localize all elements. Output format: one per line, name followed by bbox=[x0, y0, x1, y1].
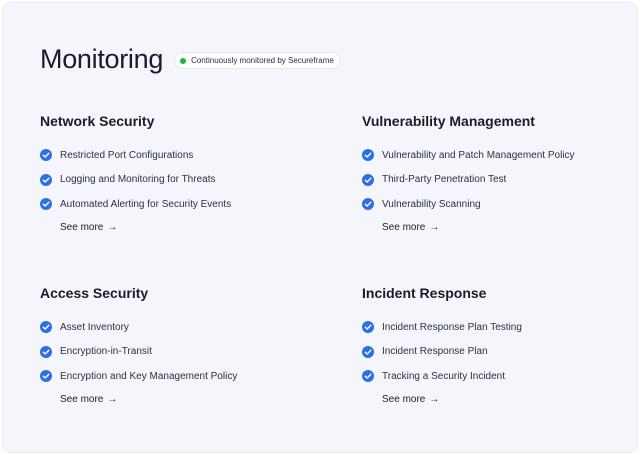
see-more-label: See more bbox=[382, 221, 426, 233]
page-title: Monitoring bbox=[40, 44, 164, 74]
check-circle-icon bbox=[40, 198, 52, 211]
section-access-security: Access Security Asset Inventory Encrypti… bbox=[40, 285, 310, 407]
check-circle-icon bbox=[40, 321, 52, 334]
see-more-link[interactable]: See more → bbox=[60, 394, 117, 405]
check-circle-icon bbox=[40, 149, 52, 162]
check-circle-icon bbox=[40, 173, 52, 186]
list-item-label: Restricted Port Configurations bbox=[60, 149, 194, 161]
see-more-link[interactable]: See more → bbox=[382, 394, 439, 405]
see-more-label: See more bbox=[382, 393, 426, 405]
see-more-link[interactable]: See more → bbox=[60, 222, 117, 233]
list-item: Asset Inventory bbox=[40, 315, 310, 340]
list-item: Incident Response Plan bbox=[362, 340, 632, 365]
list-item-label: Automated Alerting for Security Events bbox=[60, 198, 232, 210]
section-vulnerability-management: Vulnerability Management Vulnerability a… bbox=[362, 113, 632, 235]
see-more-label: See more bbox=[60, 393, 104, 405]
list-item-label: Logging and Monitoring for Threats bbox=[60, 174, 216, 186]
list-item: Vulnerability Scanning bbox=[362, 192, 632, 217]
list-item: Restricted Port Configurations bbox=[40, 143, 310, 168]
check-circle-icon bbox=[40, 345, 52, 358]
check-circle-icon bbox=[362, 370, 374, 383]
list-item: Automated Alerting for Security Events bbox=[40, 192, 310, 217]
check-circle-icon bbox=[362, 321, 374, 334]
arrow-right-icon: → bbox=[107, 221, 118, 233]
status-badge-label: Continuously monitored by Secureframe bbox=[191, 56, 334, 65]
arrow-right-icon: → bbox=[429, 393, 440, 405]
list-item: Encryption-in-Transit bbox=[40, 340, 310, 365]
check-circle-icon bbox=[362, 173, 374, 186]
check-circle-icon bbox=[362, 149, 374, 162]
list-item: Encryption and Key Management Policy bbox=[40, 364, 310, 389]
list-item: Incident Response Plan Testing bbox=[362, 315, 632, 340]
see-more-label: See more bbox=[60, 221, 104, 233]
see-more-link[interactable]: See more → bbox=[382, 222, 439, 233]
list-item-label: Vulnerability Scanning bbox=[382, 198, 481, 210]
section-title: Access Security bbox=[40, 285, 149, 301]
arrow-right-icon: → bbox=[429, 221, 440, 233]
page-header: Monitoring Continuously monitored by Sec… bbox=[40, 44, 341, 75]
list-item-label: Incident Response Plan Testing bbox=[382, 321, 522, 333]
check-circle-icon bbox=[40, 370, 52, 383]
list-item-label: Incident Response Plan bbox=[382, 346, 488, 358]
status-dot-icon bbox=[180, 57, 187, 64]
check-circle-icon bbox=[362, 198, 374, 211]
section-title: Network Security bbox=[40, 113, 155, 129]
list-item-label: Encryption-in-Transit bbox=[60, 346, 152, 358]
arrow-right-icon: → bbox=[107, 393, 118, 405]
list-item-label: Asset Inventory bbox=[60, 321, 129, 333]
list-item-label: Third-Party Penetration Test bbox=[382, 174, 507, 186]
status-badge: Continuously monitored by Secureframe bbox=[174, 52, 341, 69]
section-title: Vulnerability Management bbox=[362, 113, 535, 129]
list-item: Tracking a Security Incident bbox=[362, 364, 632, 389]
section-title: Incident Response bbox=[362, 285, 487, 301]
section-incident-response: Incident Response Incident Response Plan… bbox=[362, 285, 632, 407]
list-item: Third-Party Penetration Test bbox=[362, 168, 632, 193]
list-item-label: Vulnerability and Patch Management Polic… bbox=[382, 149, 575, 161]
list-item-label: Tracking a Security Incident bbox=[382, 370, 506, 382]
section-network-security: Network Security Restricted Port Configu… bbox=[40, 113, 310, 235]
list-item-label: Encryption and Key Management Policy bbox=[60, 370, 238, 382]
list-item: Logging and Monitoring for Threats bbox=[40, 168, 310, 193]
list-item: Vulnerability and Patch Management Polic… bbox=[362, 143, 632, 168]
check-circle-icon bbox=[362, 345, 374, 358]
monitoring-card: Monitoring Continuously monitored by Sec… bbox=[2, 2, 638, 453]
